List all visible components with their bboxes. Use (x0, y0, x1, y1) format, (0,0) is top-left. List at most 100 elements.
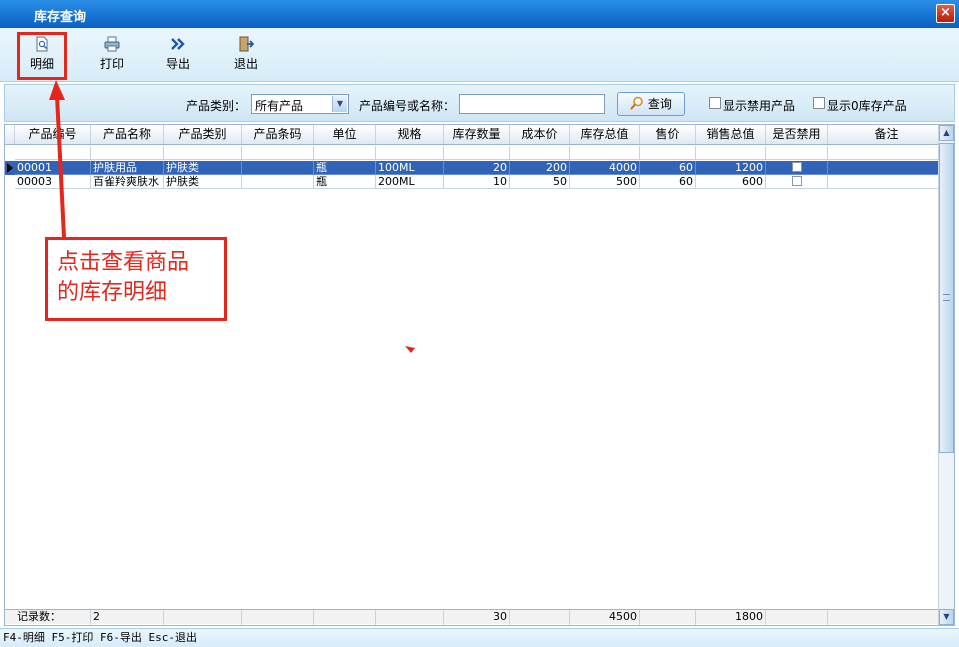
column-header[interactable]: 产品名称 (91, 125, 164, 144)
close-button[interactable]: × (936, 4, 955, 23)
cell-remark[interactable] (828, 175, 946, 189)
title-bar: 库存查询 × (0, 0, 959, 28)
column-header[interactable]: 规格 (376, 125, 444, 144)
cell-remark[interactable] (828, 161, 946, 175)
annotation-line-1: 点击查看商品 (57, 250, 190, 275)
cell-qty[interactable]: 20 (444, 161, 510, 175)
cell-stock_total[interactable]: 500 (570, 175, 640, 189)
cell-disabled[interactable] (766, 175, 828, 189)
cell-name[interactable]: 百雀羚爽肤水 (91, 175, 164, 189)
annotation-line-2: 的库存明细 (57, 280, 168, 305)
filter-cell[interactable] (444, 146, 510, 160)
cell-unit[interactable]: 瓶 (314, 161, 376, 175)
cell-qty[interactable]: 10 (444, 175, 510, 189)
filter-cell[interactable] (376, 146, 444, 160)
cell-cost[interactable]: 200 (510, 161, 570, 175)
column-header[interactable]: 销售总值 (696, 125, 766, 144)
cell-unit[interactable]: 瓶 (314, 175, 376, 189)
filter-cell[interactable] (314, 146, 376, 160)
footer-cell: 1800 (696, 610, 766, 625)
footer-cell (766, 610, 828, 625)
cell-price[interactable]: 60 (640, 161, 696, 175)
category-value: 所有产品 (255, 99, 304, 113)
show-zero-stock-label: 显示0库存产品 (827, 99, 907, 113)
filter-cell[interactable] (91, 146, 164, 160)
detail-button[interactable]: 明细 (17, 32, 67, 80)
disabled-checkbox[interactable] (791, 176, 802, 186)
column-header[interactable]: 售价 (640, 125, 696, 144)
column-header[interactable]: 备注 (828, 125, 946, 144)
cell-price[interactable]: 60 (640, 175, 696, 189)
table-row[interactable]: 00001 护肤用品 护肤类 瓶 100ML 20 200 4000 60 1200 (5, 161, 946, 175)
filter-cell[interactable] (766, 146, 828, 160)
annotation-callout: 点击查看商品 的库存明细 (45, 237, 227, 321)
column-header[interactable]: 库存总值 (570, 125, 640, 144)
cell-cost[interactable]: 50 (510, 175, 570, 189)
column-header[interactable]: 产品条码 (242, 125, 314, 144)
filter-cell[interactable] (640, 146, 696, 160)
exit-label: 退出 (233, 57, 258, 71)
document-search-icon (36, 36, 48, 52)
footer-cell: 4500 (570, 610, 640, 625)
column-header[interactable]: 成本价 (510, 125, 570, 144)
filter-cell[interactable] (15, 146, 91, 160)
column-header[interactable]: 产品类别 (164, 125, 242, 144)
filter-row[interactable] (5, 146, 946, 160)
detail-label: 明细 (29, 57, 54, 71)
cell-category[interactable]: 护肤类 (164, 161, 242, 175)
filter-cell[interactable] (242, 146, 314, 160)
filter-cell[interactable] (510, 146, 570, 160)
filter-bar: 产品类别： 所有产品 ▼ 产品编号或名称： 查询 显示禁用产品 显示0库存产品 (4, 84, 955, 122)
record-count: 2 (91, 610, 164, 625)
cell-barcode[interactable] (242, 175, 314, 189)
category-select[interactable]: 所有产品 ▼ (251, 94, 349, 114)
cell-barcode[interactable] (242, 161, 314, 175)
inventory-table: 产品编号 产品名称 产品类别 产品条码 单位 规格 库存数量 成本价 库存总值 售价 销售总值 是否禁… (4, 124, 955, 626)
show-disabled-label: 显示禁用产品 (723, 99, 796, 113)
search-label: 查询 (647, 97, 672, 111)
table-header: 产品编号 产品名称 产品类别 产品条码 单位 规格 库存数量 成本价 库存总值 售价 销售总值 是否禁… (5, 125, 946, 145)
window-title: 库存查询 (34, 10, 87, 25)
print-label: 打印 (99, 57, 124, 71)
print-button[interactable]: 打印 (89, 34, 135, 78)
category-label: 产品类别： (186, 99, 247, 113)
cell-code[interactable]: 00001 (15, 161, 91, 175)
code-name-input[interactable] (459, 94, 605, 114)
footer-cell (640, 610, 696, 625)
show-disabled-checkbox[interactable] (709, 97, 721, 109)
cell-category[interactable]: 护肤类 (164, 175, 242, 189)
filter-cell[interactable] (164, 146, 242, 160)
vertical-scrollbar[interactable]: ▲ ▼ (938, 125, 954, 625)
cell-spec[interactable]: 200ML (376, 175, 444, 189)
cell-name[interactable]: 护肤用品 (91, 161, 164, 175)
column-header[interactable]: 是否禁用 (766, 125, 828, 144)
search-button[interactable]: 查询 (617, 92, 685, 116)
cell-sales_total[interactable]: 1200 (696, 161, 766, 175)
export-button[interactable]: 导出 (155, 34, 201, 78)
footer-cell (314, 610, 376, 625)
column-header[interactable]: 库存数量 (444, 125, 510, 144)
cell-disabled[interactable] (766, 161, 828, 175)
cell-stock_total[interactable]: 4000 (570, 161, 640, 175)
column-header[interactable]: 单位 (314, 125, 376, 144)
filter-cell[interactable] (696, 146, 766, 160)
column-header[interactable]: 产品编号 (15, 125, 91, 144)
scroll-down-icon[interactable]: ▼ (939, 609, 954, 625)
chevron-down-icon[interactable]: ▼ (332, 96, 347, 112)
cell-spec[interactable]: 100ML (376, 161, 444, 175)
current-row-pointer-icon (7, 163, 13, 173)
filter-cell[interactable] (828, 146, 946, 160)
footer-cell (242, 610, 314, 625)
scroll-up-icon[interactable]: ▲ (939, 125, 954, 141)
cell-code[interactable]: 00003 (15, 175, 91, 189)
exit-button[interactable]: 退出 (223, 34, 269, 78)
scroll-thumb[interactable] (939, 143, 954, 453)
cell-sales_total[interactable]: 600 (696, 175, 766, 189)
show-zero-stock-checkbox[interactable] (813, 97, 825, 109)
export-label: 导出 (165, 57, 190, 71)
filter-cell[interactable] (570, 146, 640, 160)
printer-icon (104, 36, 120, 52)
table-row[interactable]: 00003 百雀羚爽肤水 护肤类 瓶 200ML 10 50 500 60 600 (5, 175, 946, 189)
double-chevron-right-icon (171, 38, 185, 50)
disabled-checkbox[interactable] (791, 162, 802, 172)
